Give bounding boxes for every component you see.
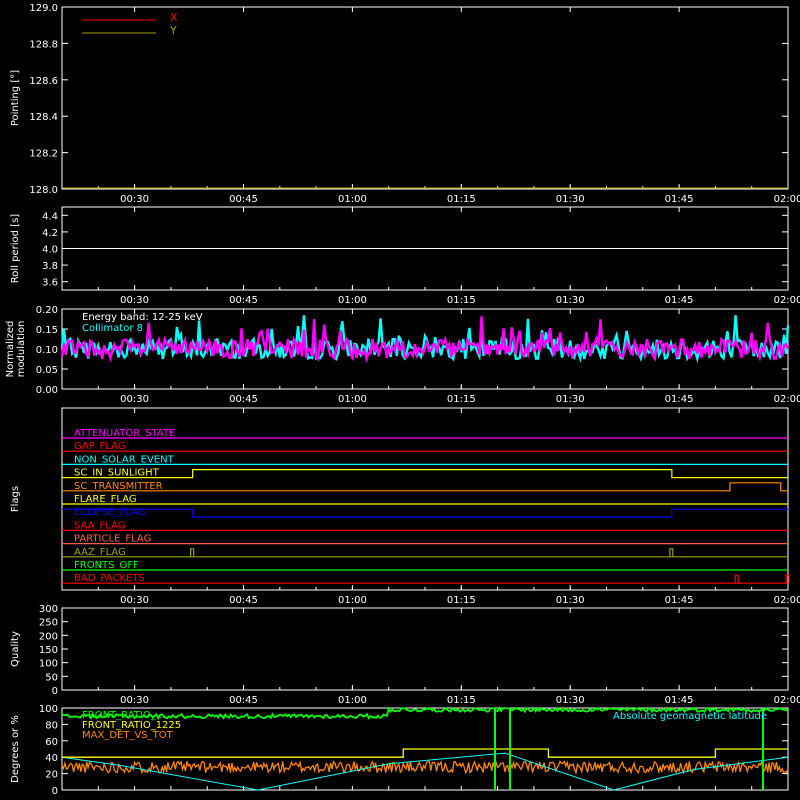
x-tick-label: 00:30 — [120, 394, 149, 405]
x-tick-label: 01:15 — [447, 194, 476, 205]
x-tick-label: 01:15 — [447, 295, 476, 306]
y-tick-label: 0.00 — [36, 385, 58, 396]
legend-label-y: Y — [169, 24, 177, 37]
y-tick-label: 100 — [39, 704, 58, 715]
y-tick-label: 128.6 — [29, 76, 58, 87]
flag-label-attenuator_state: ATTENUATOR_STATE — [74, 428, 175, 439]
x-tick-label: 01:45 — [665, 295, 694, 306]
x-tick-label: 01:30 — [556, 295, 585, 306]
flag-label-saa_flag: SAA_FLAG — [74, 520, 125, 531]
y-tick-label: 40 — [45, 753, 58, 764]
flag-pulse-aaz_flag — [190, 548, 195, 557]
flag-label-bad_packets: BAD_PACKETS — [74, 573, 145, 584]
x-tick-label: 01:30 — [556, 595, 585, 606]
x-tick-label: 00:45 — [229, 295, 258, 306]
y-tick-label: 50 — [45, 672, 58, 683]
x-tick-label: 01:00 — [338, 595, 367, 606]
y-tick-label: 150 — [39, 645, 58, 656]
legend-max-det-vs-tot: MAX_DET_VS_TOT — [82, 730, 174, 741]
y-tick-label: 128.0 — [29, 185, 58, 196]
front-ratio-1225-line — [62, 748, 788, 758]
flag-pulse-aaz_flag — [669, 548, 674, 557]
flag-label-fronts_off: FRONTS_OFF — [74, 560, 139, 571]
max-det-vs-tot-line — [61, 758, 789, 775]
x-tick-label: 02:00 — [774, 295, 800, 306]
modulation-annotation-1: Collimator 8 — [82, 323, 143, 334]
x-tick-label: 00:30 — [120, 695, 149, 706]
quality-y-axis-label: Quality — [10, 631, 21, 667]
y-tick-label: 200 — [39, 631, 58, 642]
ratios-y-axis-label: Degrees or % — [10, 715, 21, 783]
flag-label-sc_in_sunlight: SC_IN_SUNLIGHT — [74, 468, 160, 479]
y-tick-label: 4.2 — [42, 228, 58, 239]
y-tick-label: 128.2 — [29, 149, 58, 160]
flag-label-particle_flag: PARTICLE_FLAG — [74, 534, 151, 545]
x-tick-label: 01:00 — [338, 394, 367, 405]
x-tick-label: 01:45 — [665, 695, 694, 706]
y-tick-label: 0 — [52, 686, 58, 697]
flag-label-gap_flag: GAP_FLAG — [74, 441, 126, 452]
x-tick-label: 01:00 — [338, 194, 367, 205]
x-tick-label: 00:30 — [120, 194, 149, 205]
y-tick-label: 0.05 — [36, 365, 58, 376]
pointing-y-axis-label: Pointing [°] — [10, 70, 21, 126]
x-tick-label: 01:45 — [665, 194, 694, 205]
x-tick-label: 01:15 — [447, 394, 476, 405]
flag-label-sc_transmitter: SC_TRANSMITTER — [74, 481, 163, 492]
x-tick-label: 01:45 — [665, 394, 694, 405]
flag-line-sc_in_sunlight — [62, 469, 788, 479]
y-tick-label: 0.20 — [36, 305, 58, 316]
x-tick-label: 02:00 — [774, 695, 800, 706]
y-tick-label: 3.6 — [42, 278, 58, 289]
y-tick-label: 0 — [52, 786, 58, 797]
x-tick-label: 01:15 — [447, 695, 476, 706]
x-tick-label: 01:30 — [556, 194, 585, 205]
y-tick-label: 100 — [39, 659, 58, 670]
summary-plot-stack: 128.0 128.2 128.4 128.6 128.8 129.0 00:30 00:45… — [5, 3, 800, 797]
modulation-y-axis-label: modulation — [16, 321, 27, 378]
y-tick-label: 3.8 — [42, 261, 58, 272]
y-tick-label: 128.4 — [29, 112, 58, 123]
x-tick-label: 01:30 — [556, 695, 585, 706]
x-tick-label: 00:30 — [120, 595, 149, 606]
legend-label-x: X — [170, 11, 178, 24]
legend-geomagnetic-latitude: Absolute geomagnetic latitude — [613, 711, 767, 722]
x-tick-label: 00:30 — [120, 295, 149, 306]
x-tick-label: 02:00 — [774, 595, 800, 606]
y-tick-label: 0.15 — [36, 325, 58, 336]
x-tick-label: 00:45 — [229, 194, 258, 205]
y-tick-label: 250 — [39, 618, 58, 629]
y-tick-label: 80 — [45, 720, 58, 731]
flag-line-sc_transmitter — [62, 482, 788, 492]
x-tick-label: 01:30 — [556, 394, 585, 405]
x-tick-label: 01:00 — [338, 295, 367, 306]
y-tick-label: 4.4 — [42, 211, 58, 222]
modulation-annotation-0: Energy band: 12-25 keV — [82, 312, 203, 323]
x-tick-label: 00:45 — [229, 595, 258, 606]
x-tick-label: 01:00 — [338, 695, 367, 706]
flag-pulse-bad_packets — [734, 574, 739, 584]
x-tick-label: 01:15 — [447, 595, 476, 606]
y-tick-label: 0.10 — [36, 345, 58, 356]
x-tick-label: 01:45 — [665, 595, 694, 606]
flags-y-axis-label: Flags — [10, 486, 21, 512]
y-tick-label: 129.0 — [29, 3, 58, 14]
flag-label-flare_flag: FLARE_FLAG — [74, 494, 137, 505]
x-tick-label: 00:45 — [229, 695, 258, 706]
x-tick-label: 02:00 — [774, 194, 800, 205]
quality-panel-frame — [61, 607, 789, 691]
y-tick-label: 300 — [39, 604, 58, 615]
y-tick-label: 20 — [45, 770, 58, 781]
x-tick-label: 02:00 — [774, 394, 800, 405]
flag-label-non_solar_event: NON_SOLAR_EVENT — [74, 454, 175, 465]
roll-y-axis-label: Roll period [s] — [10, 214, 21, 283]
y-tick-label: 4.0 — [42, 245, 58, 256]
modulation-y-axis-label: Normalized — [5, 321, 16, 378]
x-tick-label: 00:45 — [229, 394, 258, 405]
y-tick-label: 128.8 — [29, 39, 58, 50]
flag-line-eclipse_flag — [62, 508, 788, 518]
flag-label-aaz_flag: AAZ_FLAG — [74, 547, 126, 558]
y-tick-label: 60 — [45, 737, 58, 748]
